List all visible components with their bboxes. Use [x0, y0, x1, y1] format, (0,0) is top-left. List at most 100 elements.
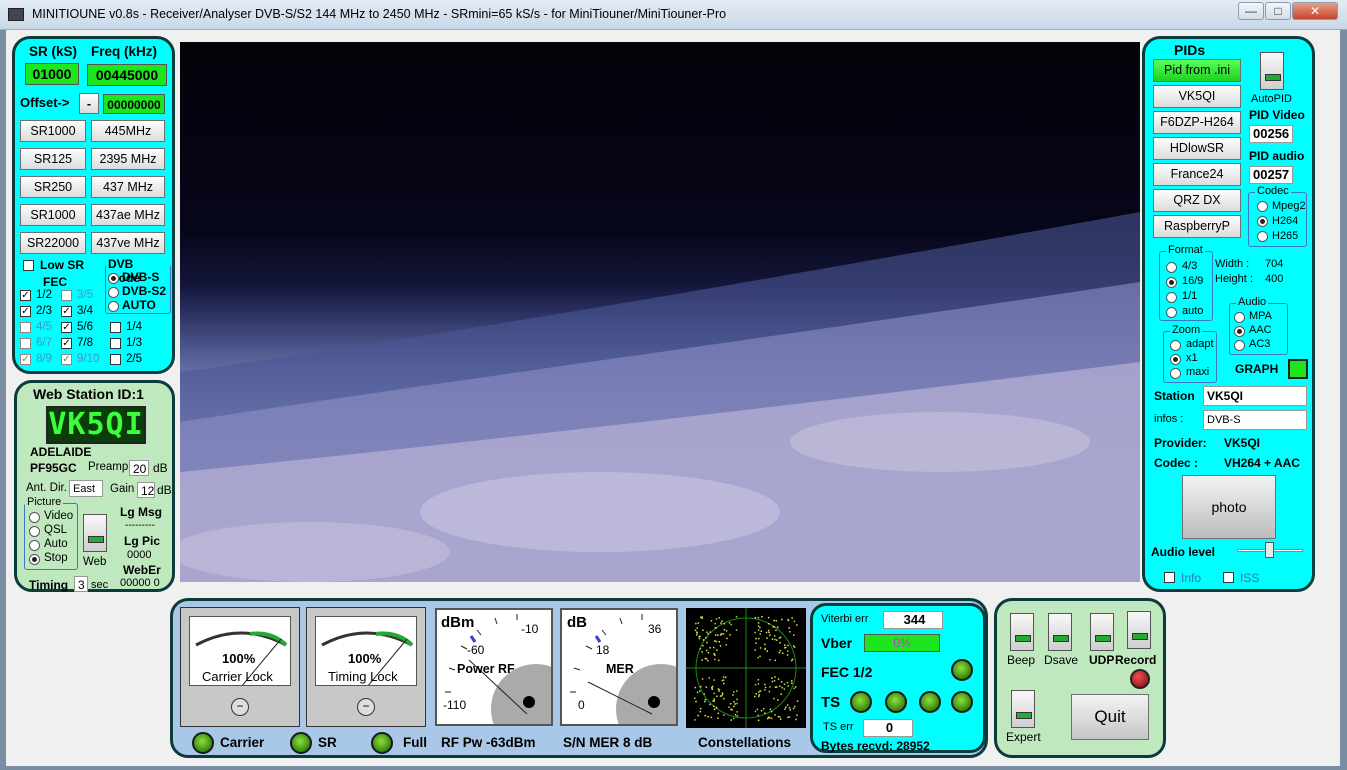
sr250-button[interactable]: SR250 — [20, 176, 86, 198]
station-input[interactable]: VK5QI — [1203, 386, 1307, 406]
beep-toggle[interactable] — [1010, 613, 1034, 651]
fec-checkbox[interactable] — [110, 322, 121, 333]
constellation-point — [713, 705, 715, 707]
sr-status-label: SR — [318, 735, 337, 750]
carrier-label: Carrier — [220, 735, 265, 750]
freq-445-button[interactable]: 445MHz — [91, 120, 165, 142]
autopid-toggle[interactable] — [1260, 52, 1284, 90]
pid-from-ini-button[interactable]: Pid from .ini — [1153, 59, 1241, 82]
auto-radio[interactable] — [108, 301, 119, 312]
fec-checkbox[interactable]: ✓ — [61, 338, 72, 349]
zoom-x1-radio[interactable] — [1170, 354, 1181, 365]
constellation-point — [759, 690, 762, 692]
fec-checkbox[interactable]: ✓ — [61, 322, 72, 333]
offset-sign-button[interactable]: - — [79, 93, 99, 114]
constellation-point — [733, 705, 735, 708]
expert-toggle[interactable] — [1011, 690, 1035, 728]
pid-audio-input[interactable]: 00257 — [1249, 166, 1293, 184]
info-checkbox[interactable] — [1164, 572, 1175, 583]
constellation-point — [715, 706, 718, 709]
low-sr-checkbox[interactable] — [23, 260, 34, 271]
format-16-9-radio[interactable] — [1166, 277, 1177, 288]
pid-hdlowsr-button[interactable]: HDlowSR — [1153, 137, 1241, 160]
freq-437ve-button[interactable]: 437ve MHz — [91, 232, 165, 254]
infos-input[interactable]: DVB-S — [1203, 410, 1307, 430]
fec-checkbox[interactable] — [20, 338, 31, 349]
carrier-lock-adjust-icon[interactable]: − — [231, 698, 249, 716]
format-1-1-radio[interactable] — [1166, 292, 1177, 303]
fec-checkbox[interactable] — [20, 322, 31, 333]
ant-dir-input[interactable]: East — [69, 480, 103, 497]
fec-checkbox[interactable]: ✓ — [61, 354, 72, 365]
graph-toggle[interactable] — [1288, 359, 1308, 379]
sr-input[interactable]: 01000 — [25, 63, 79, 85]
fec-checkbox[interactable] — [110, 338, 121, 349]
freq-437-button[interactable]: 437 MHz — [91, 176, 165, 198]
fec-checkbox[interactable] — [110, 354, 121, 365]
zoom-adapt-radio[interactable] — [1170, 340, 1181, 351]
constellation-point — [736, 690, 738, 692]
audio-level-slider[interactable] — [1265, 542, 1274, 558]
picture-video-radio[interactable] — [29, 512, 40, 523]
constellation-point — [722, 633, 725, 635]
sr1000-button[interactable]: SR1000 — [20, 120, 86, 142]
fec-checkbox[interactable] — [61, 290, 72, 301]
pid-video-input[interactable]: 00256 — [1249, 125, 1293, 143]
fec-checkbox[interactable]: ✓ — [61, 306, 72, 317]
dvb-s-radio[interactable] — [108, 273, 119, 284]
fec-checkbox[interactable]: ✓ — [20, 290, 31, 301]
rf-power-readout: RF Pw -63dBm — [441, 735, 536, 750]
freq-437ae-button[interactable]: 437ae MHz — [91, 204, 165, 226]
freq-input[interactable]: 00445000 — [87, 64, 167, 86]
offset-input[interactable]: 00000000 — [103, 94, 165, 114]
minimize-button[interactable]: — — [1238, 2, 1264, 20]
pid-france24-button[interactable]: France24 — [1153, 163, 1241, 186]
audio-ac3-radio[interactable] — [1234, 340, 1245, 351]
fec-checkbox[interactable]: ✓ — [20, 354, 31, 365]
quit-button[interactable]: Quit — [1071, 694, 1149, 740]
dsave-toggle[interactable] — [1048, 613, 1072, 651]
format-4-3-radio[interactable] — [1166, 262, 1177, 273]
codec-mpeg2-radio[interactable] — [1257, 201, 1268, 212]
photo-button[interactable]: photo — [1182, 475, 1276, 539]
audio-aac-radio[interactable] — [1234, 326, 1245, 337]
constellation-point — [713, 692, 715, 695]
format-auto-radio[interactable] — [1166, 307, 1177, 318]
constellation-point — [725, 644, 727, 646]
pid-f6dzp-button[interactable]: F6DZP-H264 — [1153, 111, 1241, 134]
sr1000b-button[interactable]: SR1000 — [20, 204, 86, 226]
pid-qrzdx-button[interactable]: QRZ DX — [1153, 189, 1241, 212]
freq-2395-button[interactable]: 2395 MHz — [91, 148, 165, 170]
picture-auto-radio[interactable] — [29, 540, 40, 551]
codec-h265-label: H265 — [1272, 230, 1299, 242]
constellation-point — [766, 650, 768, 652]
zoom-maxi-radio[interactable] — [1170, 368, 1181, 379]
constellation-point — [787, 716, 789, 719]
maximize-button[interactable]: □ — [1265, 2, 1291, 20]
timing-lock-adjust-icon[interactable]: − — [357, 698, 375, 716]
web-toggle-switch[interactable] — [83, 514, 107, 552]
preamp-input[interactable]: 20 — [129, 460, 149, 476]
close-button[interactable]: ✕ — [1292, 2, 1338, 20]
gain-input[interactable]: 12 — [137, 482, 155, 498]
iss-checkbox[interactable] — [1223, 572, 1234, 583]
constellation-point — [701, 616, 703, 618]
codec-h264-radio[interactable] — [1257, 216, 1268, 227]
timing-input[interactable]: 3 — [74, 576, 88, 592]
audio-mpa-radio[interactable] — [1234, 312, 1245, 323]
picture-qsl-radio[interactable] — [29, 526, 40, 537]
video-display — [180, 42, 1140, 582]
pid-vk5qi-button[interactable]: VK5QI — [1153, 85, 1241, 108]
codec-h265-radio[interactable] — [1257, 231, 1268, 242]
fec-checkbox[interactable]: ✓ — [20, 306, 31, 317]
sr22000-button[interactable]: SR22000 — [20, 232, 86, 254]
udp-toggle[interactable] — [1090, 613, 1114, 651]
pid-raspberryp-button[interactable]: RaspberryP — [1153, 215, 1241, 238]
constellation-point — [755, 637, 757, 640]
dvb-s2-radio[interactable] — [108, 287, 119, 298]
preamp-db: dB — [153, 461, 168, 475]
sr125-button[interactable]: SR125 — [20, 148, 86, 170]
picture-stop-radio[interactable] — [29, 554, 40, 565]
constellation-point — [736, 711, 738, 713]
record-toggle[interactable] — [1127, 611, 1151, 649]
